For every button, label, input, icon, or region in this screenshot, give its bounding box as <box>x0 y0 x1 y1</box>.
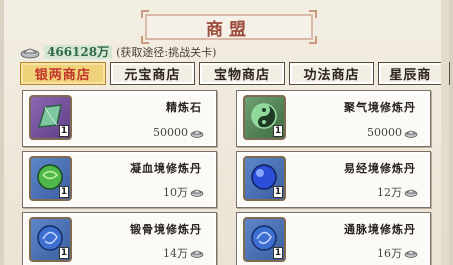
price-value: 14万 <box>163 247 188 260</box>
silver-ingot-icon <box>404 189 418 197</box>
scrollbar-track[interactable] <box>441 0 449 265</box>
item-name: 精炼石 <box>166 101 202 114</box>
price-value: 10万 <box>163 186 188 199</box>
green-pill-icon: 1 <box>29 156 72 201</box>
item-name: 聚气境修炼丹 <box>344 101 416 114</box>
swirl-pill-icon: 1 <box>243 217 286 262</box>
swirl-pill-icon: 1 <box>29 217 72 262</box>
item-price: 12万 <box>377 184 418 200</box>
window-title: 商盟 <box>206 19 252 40</box>
item-quantity: 1 <box>59 186 69 198</box>
tab-skill-shop[interactable]: 功法商店 <box>288 62 375 85</box>
shop-window: 商盟 466128万 (获取途径:挑战关卡) 银两商店 元宝商店 宝物商店 功法… <box>0 0 453 265</box>
item-quantity: 1 <box>273 125 283 137</box>
item-price: 50000 <box>153 126 204 139</box>
item-quantity: 1 <box>59 125 69 137</box>
item-card[interactable]: 1 聚气境修炼丹 50000 <box>236 90 431 147</box>
yin-yang-pill-icon: 1 <box>243 95 286 140</box>
currency-amount: 466128万 <box>44 45 113 59</box>
item-quantity: 1 <box>59 247 69 259</box>
price-value: 12万 <box>377 186 402 199</box>
price-value: 50000 <box>367 126 402 139</box>
tab-silver-shop[interactable]: 银两商店 <box>20 62 106 85</box>
silver-ingot-icon <box>404 250 418 258</box>
item-card[interactable]: 1 精炼石 50000 <box>22 90 217 147</box>
item-quantity: 1 <box>273 186 283 198</box>
item-card[interactable]: 1 凝血境修炼丹 10万 <box>22 151 217 208</box>
item-name: 通脉境修炼丹 <box>344 223 416 236</box>
price-value: 50000 <box>153 126 188 139</box>
item-price: 16万 <box>377 245 418 261</box>
silver-ingot-icon <box>190 130 204 138</box>
silver-ingot-icon <box>190 189 204 197</box>
item-quantity: 1 <box>273 247 283 259</box>
item-name: 易经境修炼丹 <box>344 162 416 175</box>
item-name: 凝血境修炼丹 <box>130 162 202 175</box>
item-price: 50000 <box>367 126 418 139</box>
tab-yuanbao-shop[interactable]: 元宝商店 <box>109 62 196 85</box>
shop-tabs: 银两商店 元宝商店 宝物商店 功法商店 星辰商 <box>20 62 451 85</box>
currency-hint: (获取途径:挑战关卡) <box>116 46 217 59</box>
blue-pill-icon: 1 <box>243 156 286 201</box>
silver-ingot-icon <box>404 130 418 138</box>
item-card[interactable]: 1 锻骨境修炼丹 14万 <box>22 212 217 265</box>
item-card[interactable]: 1 易经境修炼丹 12万 <box>236 151 431 208</box>
silver-ingot-icon <box>190 250 204 258</box>
item-price: 10万 <box>163 184 204 200</box>
item-name: 锻骨境修炼丹 <box>130 223 202 236</box>
title-plate: 商盟 <box>141 10 317 44</box>
tab-treasure-shop[interactable]: 宝物商店 <box>199 62 285 85</box>
silver-ingot-icon <box>20 48 40 59</box>
tab-star-shop[interactable]: 星辰商 <box>378 62 451 85</box>
price-value: 16万 <box>377 247 402 260</box>
currency-row: 466128万 (获取途径:挑战关卡) <box>20 44 216 60</box>
refine-stone-icon: 1 <box>29 95 72 140</box>
item-price: 14万 <box>163 245 204 261</box>
item-card[interactable]: 1 通脉境修炼丹 16万 <box>236 212 431 265</box>
